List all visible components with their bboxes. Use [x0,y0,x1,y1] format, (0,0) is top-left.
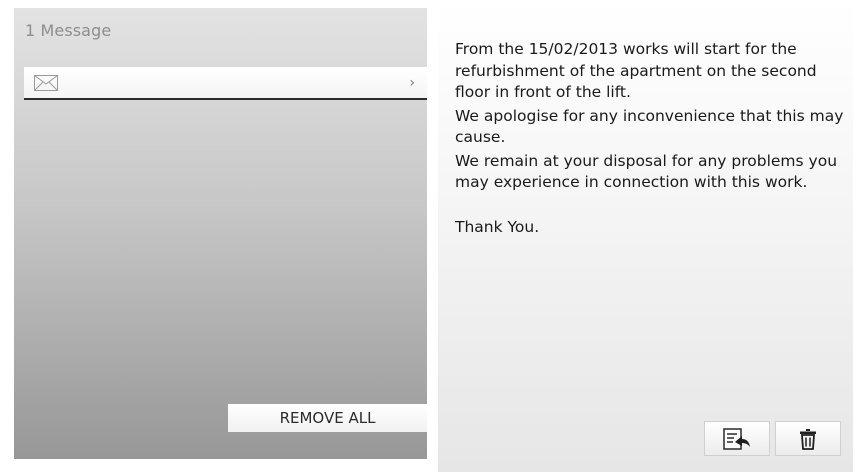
message-count-label: 1 Message [25,21,112,40]
chevron-right-icon: › [409,75,415,91]
message-paragraph: We apologise for any inconvenience that … [455,106,844,147]
message-closing: Thank You. [455,217,540,236]
envelope-icon [34,75,58,91]
reply-button[interactable] [704,421,770,456]
message-screen: 1 Message › REMOVE ALL From the 15/02/20… [0,0,853,472]
delete-button[interactable] [775,421,841,456]
message-body: From the 15/02/2013 works will start for… [455,39,847,240]
trash-icon [800,428,816,450]
reply-message-icon [723,427,750,450]
message-detail-panel: From the 15/02/2013 works will start for… [438,0,853,472]
message-paragraph: From the 15/02/2013 works will start for… [455,40,817,101]
message-list-item[interactable]: › [24,67,427,100]
remove-all-button[interactable]: REMOVE ALL [228,404,427,432]
message-paragraph: We remain at your disposal for any probl… [455,151,838,192]
message-list-panel: 1 Message › REMOVE ALL [14,8,427,459]
